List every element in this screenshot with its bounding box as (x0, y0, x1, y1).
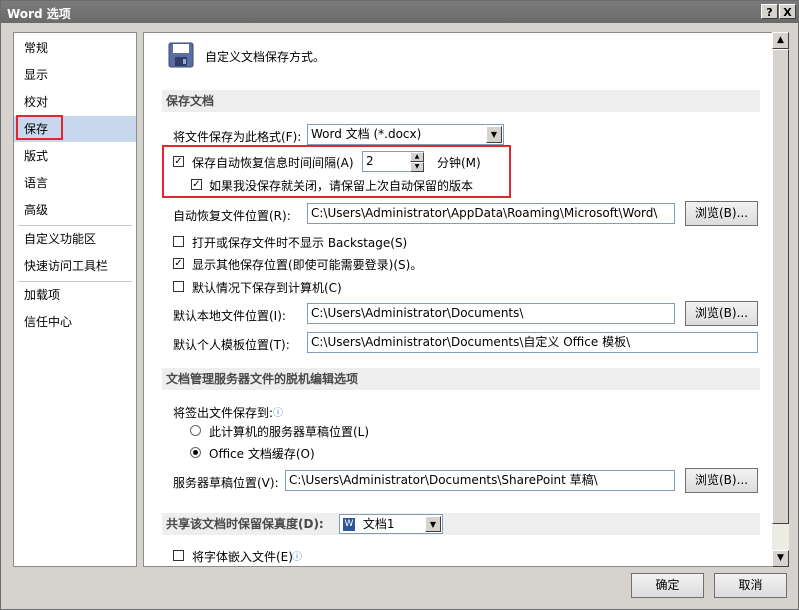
save-to-computer-label: 默认情况下保存到计算机(C) (192, 281, 342, 295)
format-value: Word 文档 (*.docx) (311, 127, 422, 141)
section-save-documents: 保存文档 (162, 90, 760, 112)
sidebar-item-display[interactable]: 显示 (14, 62, 136, 88)
sidebar-item-proofing[interactable]: 校对 (14, 89, 136, 115)
share-document-dropdown[interactable]: W 文档1 ▼ (339, 514, 443, 534)
word-options-dialog: Word 选项 ? X 常规 显示 校对 保存 版式 语言 高级 自定义功能区 … (0, 0, 799, 610)
chevron-down-icon[interactable]: ▼ (486, 126, 502, 143)
sidebar-item-advanced[interactable]: 高级 (14, 197, 136, 223)
info-icon: ⓘ (292, 552, 302, 563)
no-backstage-checkbox[interactable] (173, 236, 184, 247)
autorecover-location-field[interactable]: C:\Users\Administrator\AppData\Roaming\M… (307, 203, 675, 224)
chevron-down-icon[interactable]: ▼ (425, 516, 441, 532)
embed-fonts-checkbox[interactable] (173, 550, 184, 561)
sidebar-item-trust-center[interactable]: 信任中心 (14, 309, 136, 335)
radio-server-drafts[interactable] (190, 425, 201, 436)
sidebar-item-addins[interactable]: 加载项 (14, 282, 136, 308)
browse-server-drafts-button[interactable]: 浏览(B)... (685, 468, 758, 493)
main-scrollbar[interactable]: ▲ ▼ (772, 32, 789, 567)
server-drafts-location-label: 服务器草稿位置(V): (173, 476, 279, 490)
page-header-text: 自定义文档保存方式。 (205, 50, 326, 64)
save-disk-icon (168, 42, 194, 68)
section-share-fidelity: 共享该文档时保留保真度(D): (162, 513, 760, 535)
radio-office-cache-label: Office 文档缓存(O) (209, 447, 315, 461)
show-other-locations-checkbox[interactable]: ✓ (173, 258, 184, 269)
cancel-button[interactable]: 取消 (714, 573, 787, 598)
save-to-computer-checkbox[interactable] (173, 281, 184, 292)
default-local-location-label: 默认本地文件位置(I): (173, 309, 286, 323)
main-panel: 自定义文档保存方式。 保存文档 将文件保存为此格式(F): Word 文档 (*… (143, 32, 774, 567)
highlight-box-autorecover (162, 145, 511, 198)
scroll-up-icon[interactable]: ▲ (772, 32, 789, 49)
section-offline-editing: 文档管理服务器文件的脱机编辑选项 (162, 368, 760, 390)
radio-server-drafts-label: 此计算机的服务器草稿位置(L) (209, 425, 370, 439)
default-template-location-label: 默认个人模板位置(T): (173, 338, 290, 352)
window-title: Word 选项 (7, 7, 71, 21)
sidebar: 常规 显示 校对 保存 版式 语言 高级 自定义功能区 快速访问工具栏 加载项 … (13, 32, 137, 567)
scroll-down-icon[interactable]: ▼ (772, 550, 789, 567)
default-template-location-field[interactable]: C:\Users\Administrator\Documents\自定义 Off… (307, 332, 758, 353)
no-backstage-label: 打开或保存文件时不显示 Backstage(S) (192, 236, 408, 250)
autorecover-location-label: 自动恢复文件位置(R): (173, 209, 291, 223)
format-dropdown[interactable]: Word 文档 (*.docx) ▼ (307, 124, 504, 145)
share-fidelity-label: 共享该文档时保留保真度(D): (166, 517, 324, 531)
info-icon: ⓘ (273, 408, 283, 419)
sidebar-item-customize-ribbon[interactable]: 自定义功能区 (14, 226, 136, 252)
highlight-box-save (16, 115, 63, 140)
word-doc-icon: W (343, 518, 355, 531)
show-other-locations-label: 显示其他保存位置(即使可能需要登录)(S)。 (192, 258, 423, 272)
radio-selected-dot (193, 450, 198, 455)
checkout-label: 将签出文件保存到: (173, 406, 274, 420)
radio-office-cache[interactable] (190, 447, 201, 458)
scrollbar-thumb[interactable] (772, 49, 789, 524)
help-button[interactable]: ? (761, 4, 778, 19)
sidebar-item-general[interactable]: 常规 (14, 35, 136, 61)
close-button[interactable]: X (779, 4, 796, 19)
title-bar[interactable]: Word 选项 ? X (1, 1, 798, 23)
default-local-location-field[interactable]: C:\Users\Administrator\Documents\ (307, 303, 675, 324)
embed-fonts-label: 将字体嵌入文件(E) (192, 550, 293, 564)
format-label: 将文件保存为此格式(F): (173, 130, 302, 144)
browse-local-button[interactable]: 浏览(B)... (685, 301, 758, 326)
ok-button[interactable]: 确定 (631, 573, 704, 598)
browse-autorecover-button[interactable]: 浏览(B)... (685, 201, 758, 226)
share-document-value: 文档1 (362, 517, 395, 531)
sidebar-item-layout[interactable]: 版式 (14, 143, 136, 169)
sidebar-item-language[interactable]: 语言 (14, 170, 136, 196)
sidebar-item-quick-access-toolbar[interactable]: 快速访问工具栏 (14, 253, 136, 279)
server-drafts-location-field[interactable]: C:\Users\Administrator\Documents\SharePo… (285, 470, 675, 491)
